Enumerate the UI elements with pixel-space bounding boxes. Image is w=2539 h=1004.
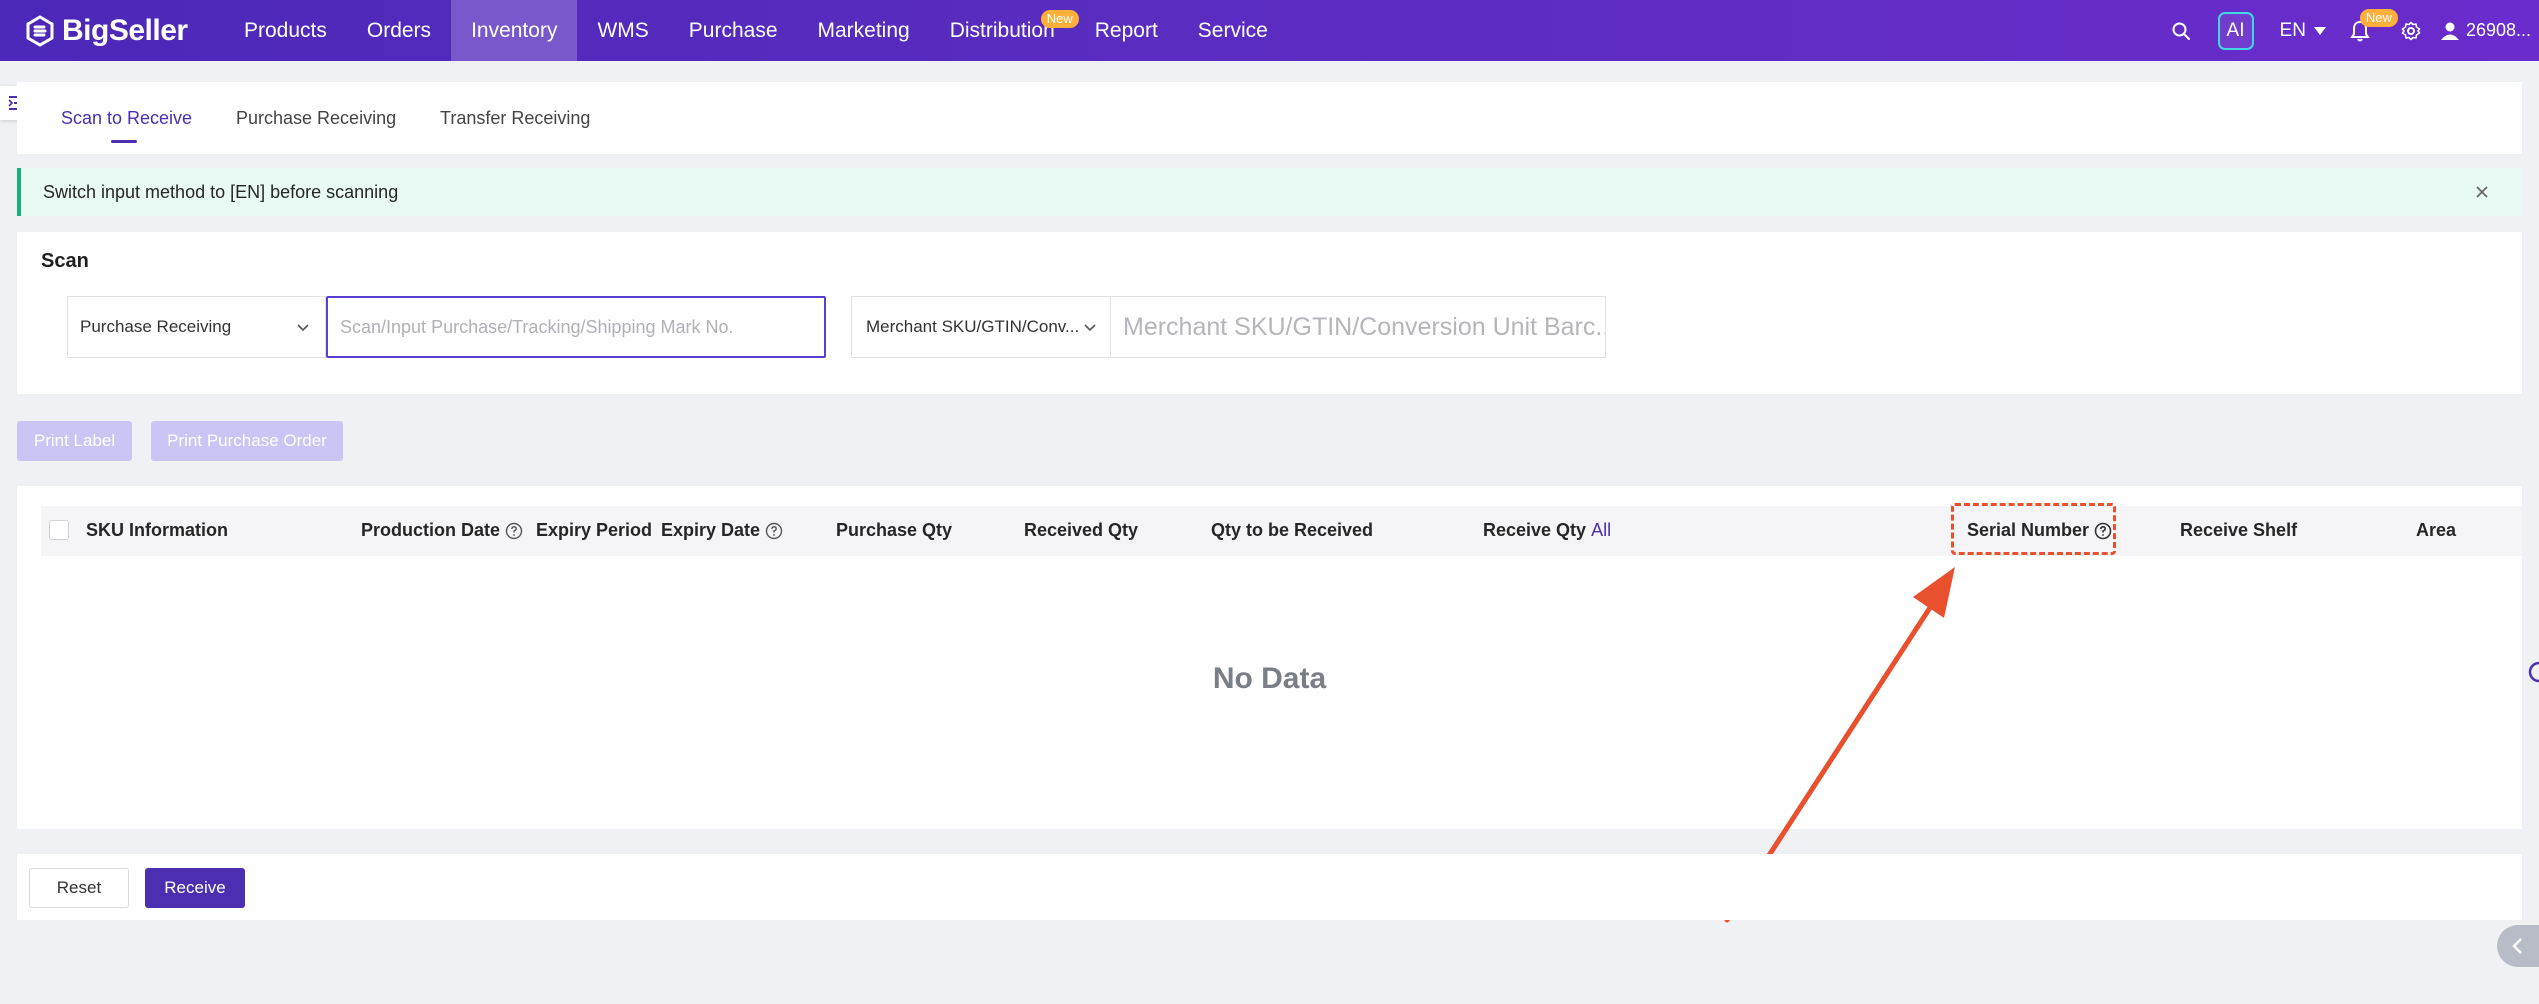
search-icon[interactable] [2170, 20, 2192, 42]
help-question-icon[interactable] [765, 522, 783, 540]
brand-name: BigSeller [62, 13, 188, 47]
alert-text: Switch input method to [EN] before scann… [43, 181, 399, 202]
user-menu[interactable]: 26908... [2440, 20, 2531, 41]
nav-service[interactable]: Service [1178, 0, 1288, 61]
nav-products[interactable]: Products [224, 0, 347, 61]
nav-label: Service [1197, 18, 1268, 42]
new-badge: New [1040, 10, 1079, 28]
col-area: Area [2416, 520, 2456, 541]
col-label: Purchase Qty [836, 520, 953, 540]
col-label: Production Date [361, 520, 501, 540]
col-label: Expiry Date [661, 520, 761, 540]
receive-table: SKU Information Production Date Expiry P… [17, 486, 2522, 829]
col-expiry-date: Expiry Date [661, 520, 783, 541]
receive-all-link[interactable]: All [1591, 520, 1611, 541]
col-production-date: Production Date [361, 520, 523, 541]
sku-barcode-input[interactable] [1110, 296, 1606, 358]
col-receive-shelf: Receive Shelf [2180, 520, 2297, 541]
sku-type-value: Merchant SKU/GTIN/Conv... [866, 317, 1080, 336]
language-selector[interactable]: EN [2280, 20, 2326, 42]
col-label: Receive Qty [1483, 520, 1587, 540]
footer-actions: Reset Receive [17, 854, 2522, 920]
receive-button[interactable]: Receive [145, 868, 245, 908]
col-receive-qty: Receive Qty All [1483, 520, 1611, 541]
nav-wms[interactable]: WMS [577, 0, 668, 61]
select-all-checkbox[interactable] [49, 520, 69, 540]
col-sku-information: SKU Information [86, 520, 228, 541]
settings-gear-icon[interactable] [2400, 20, 2422, 42]
col-label: Expiry Period [536, 520, 653, 540]
receive-tabs: Scan to Receive Purchase Receiving Trans… [17, 82, 2522, 154]
col-label: Receive Shelf [2180, 520, 2298, 540]
side-panel-expand-button[interactable] [2497, 925, 2539, 967]
tab-purchase-receiving[interactable]: Purchase Receiving [236, 108, 396, 129]
notification-bell-icon[interactable]: New [2348, 8, 2398, 43]
nav-orders[interactable]: Orders [347, 0, 451, 61]
main-nav: Products Orders Inventory WMS Purchase M… [224, 0, 1288, 61]
nav-inventory[interactable]: Inventory [451, 0, 578, 61]
chevron-left-icon [2512, 938, 2522, 954]
notification-new-badge: New [2359, 8, 2398, 27]
chevron-down-icon [1084, 324, 1096, 332]
chevron-down-icon [297, 324, 309, 332]
col-label: Qty to be Received [1211, 520, 1374, 540]
col-expiry-period: Expiry Period [536, 520, 652, 541]
nav-right-tools: AI EN New 26908... [2170, 0, 2539, 61]
col-label: SKU Information [86, 520, 228, 540]
receive-mode-value: Purchase Receiving [80, 317, 232, 336]
nav-label: Products [244, 18, 327, 42]
col-label: Received Qty [1024, 520, 1139, 540]
scan-title: Scan [41, 250, 89, 272]
tab-transfer-receiving[interactable]: Transfer Receiving [440, 108, 590, 129]
order-number-input[interactable] [326, 296, 826, 358]
brand-logo[interactable]: BigSeller [24, 14, 214, 48]
nav-label: Orders [366, 18, 432, 42]
empty-state-text: No Data [1212, 662, 1327, 695]
receive-mode-select[interactable]: Purchase Receiving [67, 296, 326, 358]
nav-label: WMS [597, 18, 649, 42]
nav-label: Purchase [688, 18, 778, 42]
nav-distribution[interactable]: Distribution New [930, 0, 1079, 61]
input-method-alert: Switch input method to [EN] before scann… [17, 168, 2522, 216]
col-purchase-qty: Purchase Qty [836, 520, 952, 541]
top-nav: BigSeller Products Orders Inventory WMS … [0, 0, 2539, 61]
nav-report[interactable]: Report [1075, 0, 1178, 61]
nav-label: Distribution [949, 18, 1055, 42]
user-avatar-icon [2440, 22, 2459, 40]
user-name: 26908... [2465, 20, 2531, 40]
nav-purchase[interactable]: Purchase [669, 0, 798, 61]
ai-assistant-button[interactable]: AI [2217, 11, 2254, 50]
print-label-button[interactable]: Print Label [17, 421, 132, 461]
ai-label: AI [2226, 19, 2245, 41]
floating-chat-icon[interactable] [2521, 660, 2539, 684]
col-received-qty: Received Qty [1024, 520, 1138, 541]
nav-label: Report [1094, 18, 1158, 42]
language-label: EN [2279, 19, 2306, 41]
col-label: Area [2416, 520, 2457, 540]
active-tab-indicator [111, 140, 137, 143]
scan-panel: Scan Purchase Receiving Merchant SKU/GTI… [17, 232, 2522, 394]
tab-scan-to-receive[interactable]: Scan to Receive [61, 108, 192, 129]
close-icon[interactable] [2472, 182, 2492, 202]
nav-label: Marketing [817, 18, 910, 42]
table-header: SKU Information Production Date Expiry P… [41, 506, 2522, 556]
bigseller-logo-icon [26, 14, 54, 47]
col-qty-to-be-received: Qty to be Received [1211, 520, 1373, 541]
print-purchase-order-button[interactable]: Print Purchase Order [151, 421, 343, 461]
nav-marketing[interactable]: Marketing [798, 0, 930, 61]
reset-button[interactable]: Reset [29, 868, 129, 908]
nav-label: Inventory [471, 18, 558, 42]
caret-down-icon [2313, 26, 2326, 35]
sku-type-select[interactable]: Merchant SKU/GTIN/Conv... [851, 296, 1111, 358]
serial-number-highlight [1951, 503, 2116, 555]
help-question-icon[interactable] [505, 522, 523, 540]
